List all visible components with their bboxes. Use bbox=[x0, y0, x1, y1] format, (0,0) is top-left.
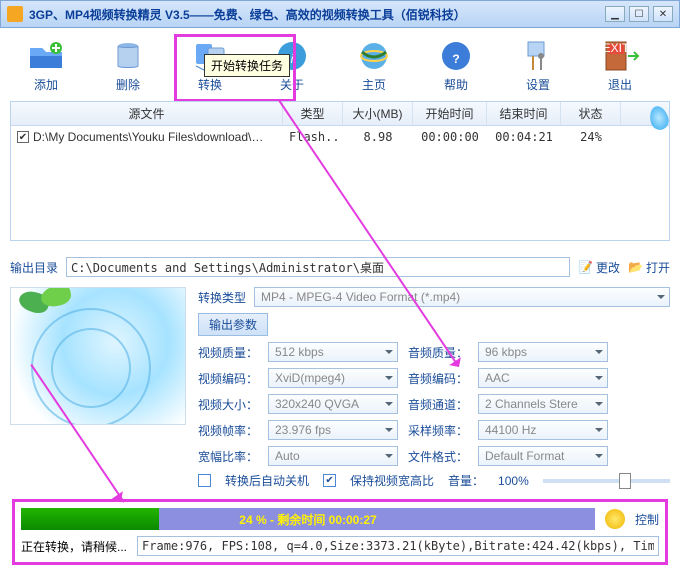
folder-plus-icon bbox=[26, 38, 66, 74]
folder-open-icon: 📂 bbox=[628, 260, 643, 274]
about-label: 关于 bbox=[280, 76, 304, 93]
progress-text: 24 % - 剩余时间 00:00:27 bbox=[21, 511, 595, 528]
vfps-combo[interactable]: 23.976 fps bbox=[268, 420, 398, 440]
open-button[interactable]: 📂 打开 bbox=[628, 259, 670, 276]
edit-icon: 📝 bbox=[578, 260, 593, 274]
volume-slider[interactable] bbox=[543, 479, 670, 483]
svg-text:EXIT: EXIT bbox=[603, 41, 630, 55]
progress-status: 正在转换，请稍候... bbox=[21, 538, 127, 555]
vqual-label: 视频质量： bbox=[198, 344, 258, 361]
row-end: 00:04:21 bbox=[487, 128, 561, 146]
exit-icon: EXIT bbox=[600, 38, 640, 74]
globe-icon bbox=[354, 38, 394, 74]
fformat-label: 文件格式： bbox=[408, 448, 468, 465]
close-button[interactable]: ✕ bbox=[653, 6, 673, 22]
row-start: 00:00:00 bbox=[413, 128, 487, 146]
progress-area: 24 % - 剩余时间 00:00:27 控制 正在转换，请稍候... bbox=[12, 499, 668, 565]
settings-button[interactable]: 设置 bbox=[502, 38, 574, 93]
volume-label: 音量： bbox=[448, 472, 484, 489]
srate-label: 采样频率： bbox=[408, 422, 468, 439]
output-params-tab[interactable]: 输出参数 bbox=[198, 313, 268, 336]
progress-bar: 24 % - 剩余时间 00:00:27 bbox=[21, 508, 595, 530]
tools-icon bbox=[518, 38, 558, 74]
home-button[interactable]: 主页 bbox=[338, 38, 410, 93]
vsize-label: 视频大小： bbox=[198, 396, 258, 413]
row-checkbox[interactable]: ✔ bbox=[17, 131, 29, 143]
exit-label: 退出 bbox=[608, 76, 632, 93]
exit-button[interactable]: EXIT 退出 bbox=[584, 38, 656, 93]
settings-area: 转换类型 MP4 - MPEG-4 Video Format (*.mp4) 输… bbox=[10, 287, 670, 489]
home-label: 主页 bbox=[362, 76, 386, 93]
svg-text:i: i bbox=[291, 52, 294, 66]
main-toolbar: 添加 删除 转换 i 关于 主页 ? bbox=[10, 34, 670, 101]
volume-value: 100% bbox=[498, 474, 529, 488]
add-button[interactable]: 添加 bbox=[10, 38, 82, 93]
convert-tooltip: 开始转换任务 bbox=[204, 54, 290, 77]
minimize-button[interactable]: ▁ bbox=[605, 6, 625, 22]
achan-label: 音频通道： bbox=[408, 396, 468, 413]
shutdown-label: 转换后自动关机 bbox=[225, 472, 309, 489]
keepratio-checkbox[interactable]: ✔ bbox=[323, 474, 336, 487]
row-status: 24% bbox=[561, 128, 621, 146]
shutdown-checkbox[interactable] bbox=[198, 474, 211, 487]
control-gear-icon bbox=[605, 509, 625, 529]
window-controls: ▁ ☐ ✕ bbox=[605, 6, 673, 22]
trash-icon bbox=[108, 38, 148, 74]
control-button[interactable]: 控制 bbox=[635, 511, 659, 528]
titlebar: 3GP、MP4视频转换精灵 V3.5——免费、绿色、高效的视频转换工具（佰锐科技… bbox=[0, 0, 680, 28]
vcodec-label: 视频编码： bbox=[198, 370, 258, 387]
convtype-label: 转换类型 bbox=[198, 289, 246, 306]
col-end[interactable]: 结束时间 bbox=[487, 102, 561, 125]
settings-label: 设置 bbox=[526, 76, 550, 93]
app-icon bbox=[7, 6, 23, 22]
acodec-combo[interactable]: AAC bbox=[478, 368, 608, 388]
col-src[interactable]: 源文件 bbox=[11, 102, 283, 125]
help-button[interactable]: ? 帮助 bbox=[420, 38, 492, 93]
convert-label: 转换 bbox=[198, 76, 222, 93]
svg-text:?: ? bbox=[452, 52, 459, 66]
output-path-input[interactable] bbox=[66, 257, 570, 277]
table-row[interactable]: ✔ D:\My Documents\Youku Files\download\…… bbox=[11, 126, 669, 148]
vqual-combo[interactable]: 512 kbps bbox=[268, 342, 398, 362]
vsize-combo[interactable]: 320x240 QVGA bbox=[268, 394, 398, 414]
keepratio-label: 保持视频宽高比 bbox=[350, 472, 434, 489]
convtype-combo[interactable]: MP4 - MPEG-4 Video Format (*.mp4) bbox=[254, 287, 670, 307]
vcodec-combo[interactable]: XviD(mpeg4) bbox=[268, 368, 398, 388]
help-label: 帮助 bbox=[444, 76, 468, 93]
aspect-label: 宽幅比率： bbox=[198, 448, 258, 465]
aqual-combo[interactable]: 96 kbps bbox=[478, 342, 608, 362]
maximize-button[interactable]: ☐ bbox=[629, 6, 649, 22]
delete-label: 删除 bbox=[116, 76, 140, 93]
output-settings-panel: 转换类型 MP4 - MPEG-4 Video Format (*.mp4) 输… bbox=[198, 287, 670, 489]
window-title: 3GP、MP4视频转换精灵 V3.5——免费、绿色、高效的视频转换工具（佰锐科技… bbox=[29, 6, 605, 23]
output-label: 输出目录 bbox=[10, 259, 58, 276]
progress-detail bbox=[137, 536, 659, 556]
aspect-combo[interactable]: Auto bbox=[268, 446, 398, 466]
delete-button[interactable]: 删除 bbox=[92, 38, 164, 93]
col-status[interactable]: 状态 bbox=[561, 102, 621, 125]
file-list: 源文件 类型 大小(MB) 开始时间 结束时间 状态 ✔ D:\My Docum… bbox=[10, 101, 670, 241]
srate-combo[interactable]: 44100 Hz bbox=[478, 420, 608, 440]
row-src: D:\My Documents\Youku Files\download\… bbox=[33, 130, 263, 144]
fformat-combo[interactable]: Default Format bbox=[478, 446, 608, 466]
col-start[interactable]: 开始时间 bbox=[413, 102, 487, 125]
row-size: 8.98 bbox=[343, 128, 413, 146]
vfps-label: 视频帧率： bbox=[198, 422, 258, 439]
row-type: Flash.. bbox=[283, 128, 343, 146]
help-icon: ? bbox=[436, 38, 476, 74]
output-dir-row: 输出目录 📝 更改 📂 打开 bbox=[10, 257, 670, 277]
preview-pane bbox=[10, 287, 186, 425]
change-button[interactable]: 📝 更改 bbox=[578, 259, 620, 276]
achan-combo[interactable]: 2 Channels Stere bbox=[478, 394, 608, 414]
file-list-header: 源文件 类型 大小(MB) 开始时间 结束时间 状态 bbox=[11, 102, 669, 126]
add-label: 添加 bbox=[34, 76, 58, 93]
col-size[interactable]: 大小(MB) bbox=[343, 102, 413, 125]
